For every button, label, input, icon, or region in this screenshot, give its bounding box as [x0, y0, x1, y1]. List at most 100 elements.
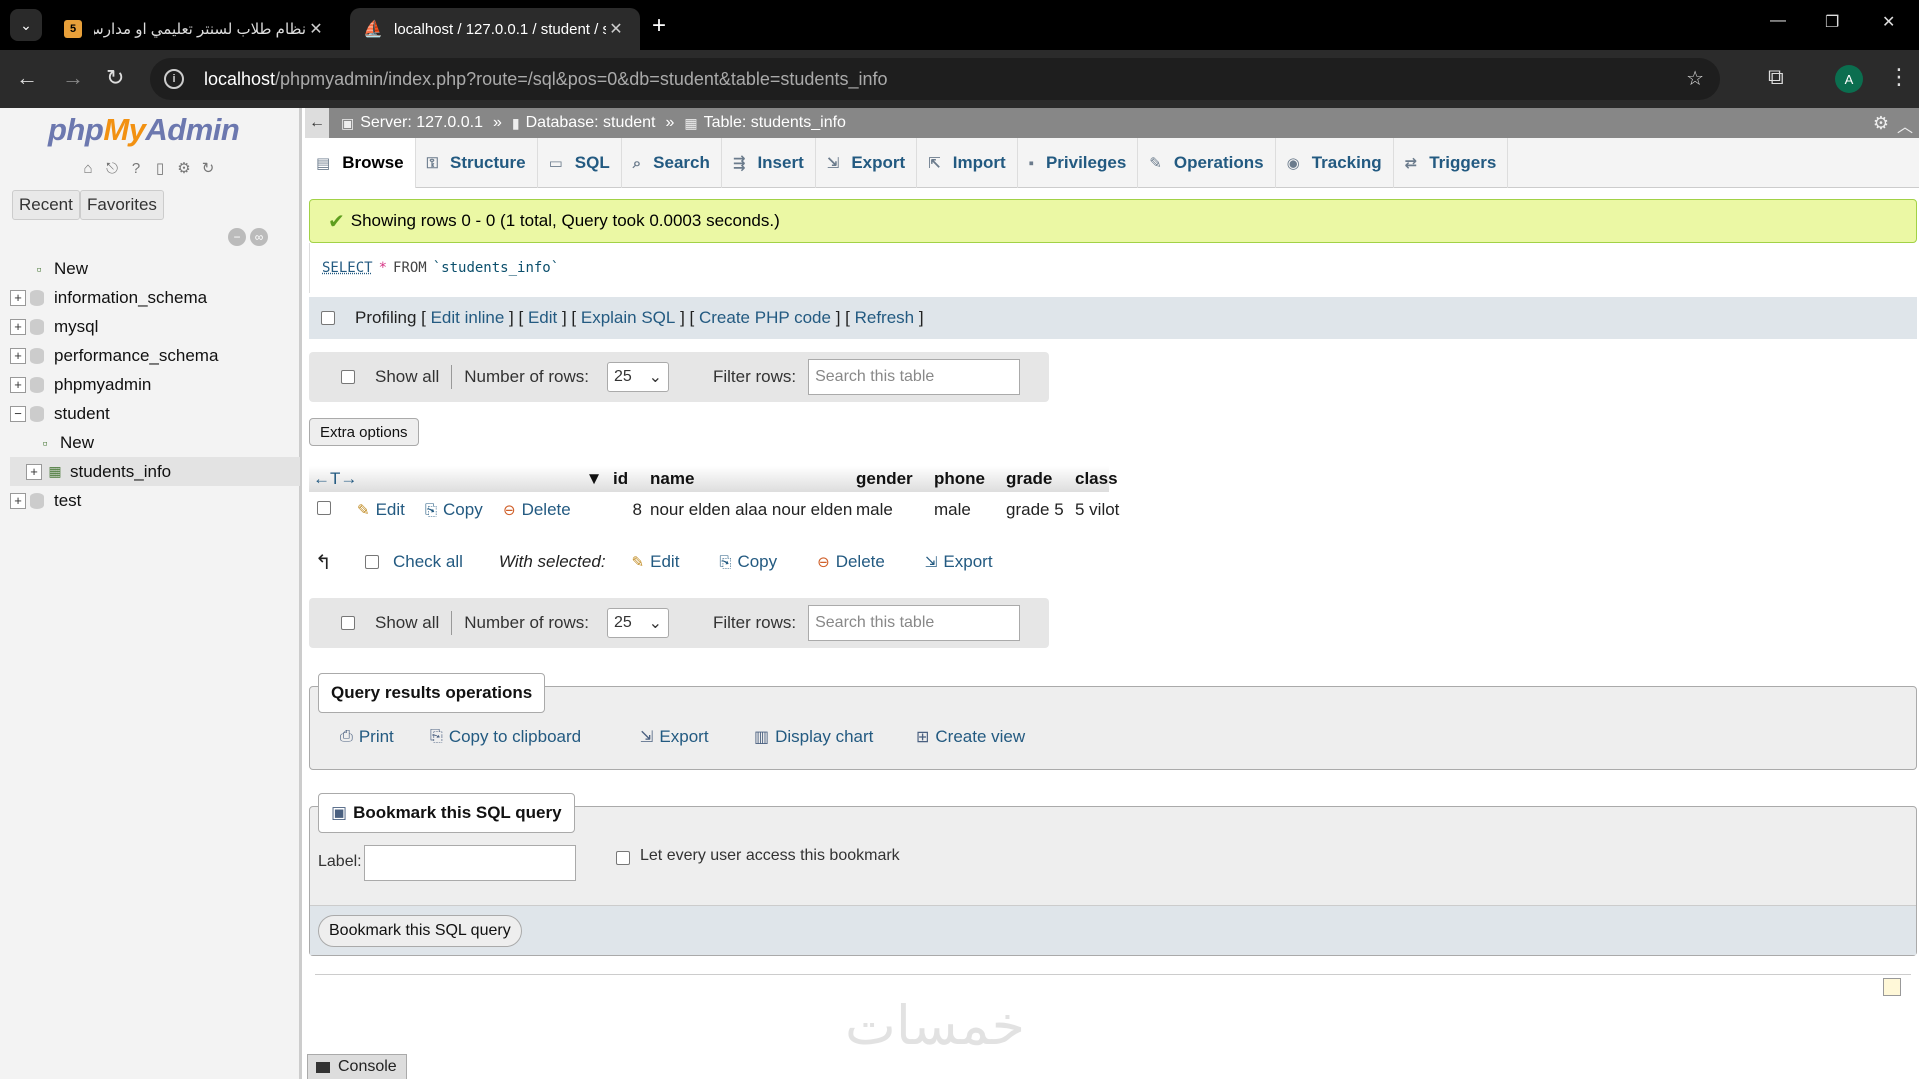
- column-header-grade[interactable]: grade: [1002, 469, 1071, 489]
- tree-item-phpmyadmin[interactable]: + phpmyadmin: [10, 370, 300, 399]
- bulk-delete-button[interactable]: ⊖ Delete: [817, 552, 885, 572]
- forward-icon[interactable]: →: [62, 65, 84, 91]
- reload-icon[interactable]: ↻: [106, 65, 124, 91]
- tree-item-information-schema[interactable]: + information_schema: [10, 283, 300, 312]
- edit-link[interactable]: Edit: [528, 308, 557, 328]
- expand-icon[interactable]: +: [10, 347, 26, 364]
- new-tab-icon[interactable]: +: [652, 12, 666, 40]
- row-edit-button[interactable]: ✎ Edit: [353, 500, 421, 520]
- display-chart-button[interactable]: ▥ Display chart: [742, 719, 886, 755]
- tab-structure[interactable]: ⚿ Structure: [416, 138, 538, 188]
- close-window-icon[interactable]: ✕: [1882, 12, 1895, 32]
- create-view-button[interactable]: ⊞ Create view: [904, 719, 1038, 755]
- tree-item-new[interactable]: ▫ New: [10, 254, 300, 283]
- row-copy-button[interactable]: ⎘ Copy: [421, 500, 499, 520]
- browser-menu-icon[interactable]: ⋮: [1888, 64, 1910, 90]
- show-all-checkbox[interactable]: [341, 370, 355, 384]
- extensions-icon[interactable]: ⧉: [1768, 64, 1784, 90]
- column-header-name[interactable]: name: [646, 469, 852, 489]
- cell-id[interactable]: 8: [609, 500, 646, 520]
- settings-gear-icon[interactable]: ⚙: [174, 158, 194, 178]
- minimize-window-icon[interactable]: —: [1770, 12, 1786, 30]
- hide-sidebar-icon[interactable]: ←: [305, 108, 329, 138]
- help-icon[interactable]: ?: [126, 158, 146, 178]
- bulk-export-button[interactable]: ⇲ Export: [925, 552, 993, 572]
- tree-item-students-info[interactable]: + ▦ students_info: [10, 457, 300, 486]
- cell-name[interactable]: nour elden alaa nour elden: [646, 500, 852, 520]
- reload-navigation-icon[interactable]: ↻: [198, 158, 218, 178]
- cell-class[interactable]: 5 vilot: [1071, 500, 1139, 520]
- tab-browse[interactable]: ▤ Browse: [305, 138, 416, 188]
- restore-window-icon[interactable]: ❐: [1825, 12, 1839, 32]
- browser-tab-1[interactable]: 5 نظام طلاب لسنتر تعليمي او مدارس ✕: [50, 8, 340, 50]
- tab-search[interactable]: ⌕ Search: [622, 138, 722, 188]
- tree-item-mysql[interactable]: + mysql: [10, 312, 300, 341]
- recent-button[interactable]: Recent: [12, 190, 80, 220]
- tree-item-test[interactable]: + test: [10, 486, 300, 515]
- row-delete-button[interactable]: ⊖ Delete: [499, 500, 609, 520]
- cell-phone[interactable]: male: [930, 500, 1002, 520]
- tab-tracking[interactable]: ◉ Tracking: [1276, 138, 1394, 188]
- profile-avatar[interactable]: A: [1835, 65, 1863, 93]
- print-button[interactable]: ⎙ Print: [328, 719, 406, 755]
- check-all-checkbox[interactable]: [365, 555, 379, 569]
- explain-sql-link[interactable]: Explain SQL: [581, 308, 676, 328]
- bookmark-star-icon[interactable]: ☆: [1686, 66, 1704, 91]
- filter-rows-input[interactable]: Search this table: [808, 359, 1021, 395]
- close-tab-icon[interactable]: ✕: [606, 19, 626, 39]
- bulk-edit-button[interactable]: ✎ Edit: [632, 552, 680, 572]
- refresh-link[interactable]: Refresh: [855, 308, 915, 328]
- cell-grade[interactable]: grade 5: [1002, 500, 1071, 520]
- favorites-button[interactable]: Favorites: [80, 190, 164, 220]
- tab-insert[interactable]: ⇶ Insert: [722, 138, 816, 188]
- profiling-checkbox[interactable]: [321, 311, 335, 325]
- collapse-all-icon[interactable]: −: [228, 228, 246, 246]
- column-header-id[interactable]: id: [609, 469, 646, 489]
- every-user-checkbox[interactable]: [616, 851, 630, 865]
- breadcrumb-server[interactable]: Server: 127.0.0.1: [360, 114, 483, 132]
- cell-gender[interactable]: male: [852, 500, 930, 520]
- collapse-icon[interactable]: −: [10, 405, 26, 422]
- tab-operations[interactable]: ✎ Operations: [1138, 138, 1276, 188]
- every-user-label[interactable]: Let every user access this bookmark: [640, 847, 900, 865]
- expand-icon[interactable]: +: [10, 492, 26, 509]
- breadcrumb-table[interactable]: Table: students_info: [704, 114, 846, 132]
- phpmyadmin-logo[interactable]: phpMyAdmin: [48, 112, 240, 148]
- column-header-gender[interactable]: gender: [852, 469, 930, 489]
- sql-keyword-select[interactable]: SELECT: [322, 260, 373, 276]
- expand-icon[interactable]: +: [10, 376, 26, 393]
- back-icon[interactable]: ←: [16, 65, 38, 91]
- tab-search-button[interactable]: ⌄: [10, 9, 42, 41]
- docs-icon[interactable]: ▯: [150, 158, 170, 178]
- tab-sql[interactable]: ▭ SQL: [538, 138, 622, 188]
- column-header-phone[interactable]: phone: [930, 469, 1002, 489]
- tab-triggers[interactable]: ⇄ Triggers: [1394, 138, 1509, 188]
- column-header-class[interactable]: class: [1071, 469, 1139, 489]
- create-php-code-link[interactable]: Create PHP code: [699, 308, 831, 328]
- console-toggle[interactable]: Console: [307, 1054, 407, 1079]
- extra-options-button[interactable]: Extra options: [309, 418, 419, 446]
- tree-item-performance-schema[interactable]: + performance_schema: [10, 341, 300, 370]
- row-checkbox[interactable]: [317, 501, 331, 515]
- copy-to-clipboard-button[interactable]: ⎘ Copy to clipboard: [418, 719, 594, 755]
- check-all-label[interactable]: Check all: [393, 552, 463, 572]
- expand-icon[interactable]: +: [10, 318, 26, 335]
- link-with-main-icon[interactable]: ∞: [250, 228, 268, 246]
- collapse-header-icon[interactable]: ︿: [1897, 113, 1913, 137]
- tree-item-student-new[interactable]: ▫ New: [10, 428, 300, 457]
- bookmark-submit-button[interactable]: Bookmark this SQL query: [318, 915, 522, 947]
- logout-icon[interactable]: ⎋: [102, 158, 122, 178]
- edit-inline-link[interactable]: Edit inline: [431, 308, 505, 328]
- close-tab-icon[interactable]: ✕: [306, 19, 326, 39]
- tree-item-student[interactable]: − student: [10, 399, 300, 428]
- site-info-icon[interactable]: i: [164, 69, 184, 89]
- page-settings-icon[interactable]: [1883, 978, 1901, 996]
- breadcrumb-database[interactable]: Database: student: [526, 114, 656, 132]
- rows-per-page-select[interactable]: 25 ⌄: [606, 608, 669, 638]
- export-button[interactable]: ⇲ Export: [628, 719, 721, 755]
- home-icon[interactable]: ⌂: [78, 158, 98, 178]
- tab-export[interactable]: ⇲ Export: [816, 138, 918, 188]
- bulk-copy-button[interactable]: ⎘ Copy: [719, 552, 777, 572]
- bookmark-label-input[interactable]: [364, 845, 576, 881]
- tab-import[interactable]: ⇱ Import: [917, 138, 1018, 188]
